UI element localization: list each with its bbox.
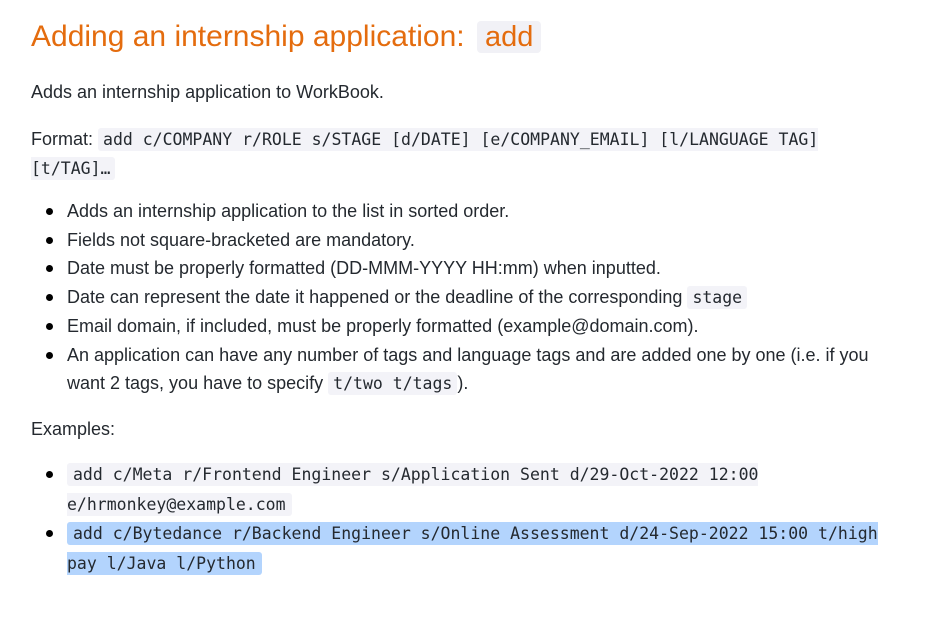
examples-label: Examples:	[31, 419, 116, 439]
list-item: An application can have any number of ta…	[31, 341, 901, 399]
heading-text: Adding an internship application:	[31, 20, 473, 53]
list-item: Date can represent the date it happened …	[31, 283, 901, 313]
rule-text: Fields not square-bracketed are mandator…	[67, 229, 415, 250]
list-item: add c/Meta r/Frontend Engineer s/Applica…	[31, 460, 901, 519]
rule-text: Date can represent the date it happened …	[67, 286, 688, 307]
format-paragraph: Format: add c/COMPANY r/ROLE s/STAGE [d/…	[31, 125, 911, 183]
list-item: add c/Bytedance r/Backend Engineer s/Onl…	[31, 519, 901, 578]
format-label: Format:	[31, 129, 99, 149]
example-code-selected[interactable]: add c/Bytedance r/Backend Engineer s/Onl…	[67, 522, 878, 575]
rule-text-after: ).	[457, 373, 469, 393]
list-item: Date must be properly formatted (DD-MMM-…	[31, 254, 901, 283]
stage-code: stage	[687, 285, 748, 309]
list-item: Fields not square-bracketed are mandator…	[31, 226, 901, 255]
format-code: add c/COMPANY r/ROLE s/STAGE [d/DATE] [e…	[31, 128, 819, 180]
rule-text: Date must be properly formatted (DD-MMM-…	[67, 258, 661, 278]
list-item: Email domain, if included, must be prope…	[31, 312, 901, 341]
rules-list: Adds an internship application to the li…	[31, 197, 901, 399]
examples-list: add c/Meta r/Frontend Engineer s/Applica…	[31, 460, 901, 578]
intro-paragraph: Adds an internship application to WorkBo…	[31, 82, 384, 102]
list-item: Adds an internship application to the li…	[31, 197, 901, 226]
example-code[interactable]: add c/Meta r/Frontend Engineer s/Applica…	[67, 463, 759, 516]
tags-code: t/two t/tags	[328, 372, 458, 395]
section-heading: Adding an internship application: add	[31, 17, 542, 57]
heading-command-code: add	[476, 21, 542, 53]
rule-text: Adds an internship application to the li…	[67, 201, 510, 221]
rule-text: Email domain, if included, must be prope…	[67, 316, 699, 336]
